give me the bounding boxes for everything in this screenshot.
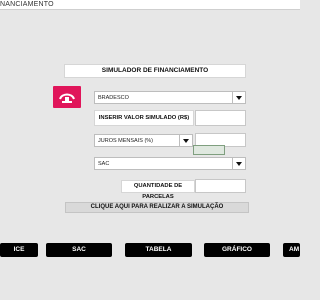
bank-select-value: BRADESCO [98, 95, 129, 101]
amount-label: INSERIR VALOR SIMULADO (R$) [94, 110, 194, 126]
system-select-value: SAC [98, 161, 110, 167]
status-cell [193, 145, 225, 155]
interest-select[interactable]: JUROS MENSAIS (%) [94, 134, 193, 147]
bank-select[interactable]: BRADESCO [94, 91, 246, 104]
window-titlebar: NANCIAMENTO [0, 0, 300, 10]
simulate-button[interactable]: CLIQUE AQUI PARA REALIZAR A SIMULAÇÃO [65, 202, 249, 213]
nav-button-sac[interactable]: SAC [46, 243, 112, 257]
interest-select-value: JUROS MENSAIS (%) [98, 138, 154, 144]
chevron-down-icon[interactable] [232, 92, 245, 103]
amount-input[interactable] [195, 110, 246, 126]
bradesco-logo-icon [53, 86, 81, 108]
page-title: SIMULADOR DE FINANCIAMENTO [64, 64, 246, 78]
chevron-down-icon[interactable] [179, 135, 192, 146]
nav-button-tabela[interactable]: TABELA [125, 243, 192, 257]
nav-button-grafico[interactable]: GRÁFICO [204, 243, 270, 257]
window-title: NANCIAMENTO [0, 1, 54, 8]
system-select[interactable]: SAC [94, 157, 246, 170]
nav-button-ice[interactable]: ICE [0, 243, 38, 257]
chevron-down-icon[interactable] [232, 158, 245, 169]
nav-button-am[interactable]: AM [283, 243, 300, 257]
installments-label: QUANTIDADE DE PARCELAS [121, 180, 195, 200]
installments-input[interactable] [195, 179, 246, 193]
